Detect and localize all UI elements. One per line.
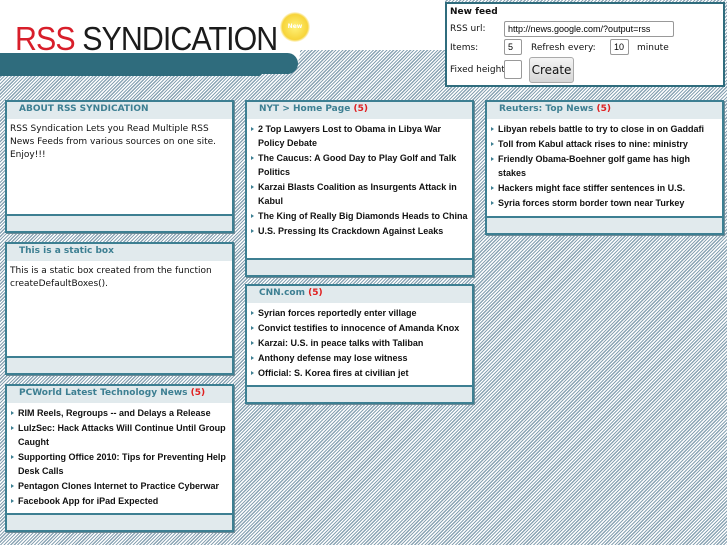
pcworld-box: PCWorld Latest Technology News (5) RIM R… [5,384,234,532]
box-title-text: This is a static box [19,246,114,256]
nyt-box: NYT > Home Page (5) 2 Top Lawyers Lost t… [245,100,474,277]
item-count: (5) [190,388,206,398]
create-button[interactable]: Create [529,57,574,83]
new-feed-form: New feed RSS url: Items: Refresh every: … [445,2,725,87]
feed-item[interactable]: Karzai: U.S. in peace talks with Taliban [250,336,469,350]
box-text: This is a static box created from the fu… [10,266,212,289]
rss-url-label: RSS url: [450,24,486,34]
logo-rss: RSS [15,20,76,57]
box-title-text: CNN.com [259,288,305,298]
refresh-input[interactable] [610,39,629,55]
box-footer [7,214,232,231]
feed-item[interactable]: Syrian forces reportedly enter village [250,306,469,320]
box-title-text: Reuters: Top News [499,104,594,114]
feed-item[interactable]: RIM Reels, Regroups -- and Delays a Rele… [10,406,229,420]
box-footer [7,513,232,530]
item-count: (5) [596,104,612,114]
box-title[interactable]: PCWorld Latest Technology News (5) [7,386,232,403]
feed-item[interactable]: Friendly Obama-Boehner golf game has hig… [490,152,719,180]
feed-item[interactable]: Karzai Blasts Coalition as Insurgents At… [250,180,469,208]
box-title-text: PCWorld Latest Technology News [19,388,188,398]
feed-item[interactable]: Pentagon Clones Internet to Practice Cyb… [10,479,229,493]
item-count: (5) [308,288,323,298]
feed-item[interactable]: The Caucus: A Good Day to Play Golf and … [250,151,469,179]
box-title[interactable]: ABOUT RSS SYNDICATION [7,102,232,119]
reuters-box: Reuters: Top News (5) Libyan rebels batt… [485,100,724,235]
box-title-text: ABOUT RSS SYNDICATION [19,104,149,114]
feed-item[interactable]: Supporting Office 2010: Tips for Prevent… [10,450,229,478]
new-badge-text: New [287,23,303,30]
form-title: New feed [450,7,498,17]
box-title[interactable]: Reuters: Top News (5) [487,102,722,119]
box-footer [7,356,232,373]
cnn-box: CNN.com (5) Syrian forces reportedly ent… [245,284,474,404]
feed-item[interactable]: 2 Top Lawyers Lost to Obama in Libya War… [250,122,469,150]
feed-item[interactable]: Official: S. Korea fires at civilian jet [250,366,469,380]
new-badge-icon: New [280,12,310,42]
fixed-height-input[interactable] [504,60,522,79]
box-title[interactable]: This is a static box [7,244,232,261]
box-title[interactable]: NYT > Home Page (5) [247,102,472,119]
feed-item[interactable]: Convict testifies to innocence of Amanda… [250,321,469,335]
items-label: Items: [450,43,479,53]
logo-syndication: SYNDICATION [82,20,278,57]
box-footer [247,385,472,402]
feed-item[interactable]: U.S. Pressing Its Crackdown Against Leak… [250,224,469,238]
feed-item[interactable]: Anthony defense may lose witness [250,351,469,365]
feed-item[interactable]: Facebook App for iPad Expected [10,494,229,508]
box-text: RSS Syndication Lets you Read Multiple R… [10,124,217,160]
box-title[interactable]: CNN.com (5) [247,286,472,303]
item-count: (5) [353,104,368,114]
box-title-text: NYT > Home Page [259,104,351,114]
box-footer [487,216,722,233]
about-box: ABOUT RSS SYNDICATION RSS Syndication Le… [5,100,234,233]
rss-url-input[interactable] [504,21,674,37]
refresh-unit-label: minute [637,43,669,53]
site-logo[interactable]: RSS SYNDICATION [15,20,278,58]
feed-item[interactable]: LulzSec: Hack Attacks Will Continue Unti… [10,421,229,449]
static-box: This is a static box This is a static bo… [5,242,234,375]
feed-item[interactable]: Hackers might face stiffer sentences in … [490,181,719,195]
feed-item[interactable]: Libyan rebels battle to try to close in … [490,122,719,136]
feed-item[interactable]: The King of Really Big Diamonds Heads to… [250,209,469,223]
refresh-label: Refresh every: [531,43,596,53]
items-input[interactable] [504,39,522,55]
box-footer [247,258,472,275]
fixed-height-label: Fixed height: [450,65,508,75]
feed-item[interactable]: Toll from Kabul attack rises to nine: mi… [490,137,719,151]
feed-item[interactable]: Syria forces storm border town near Turk… [490,196,719,210]
